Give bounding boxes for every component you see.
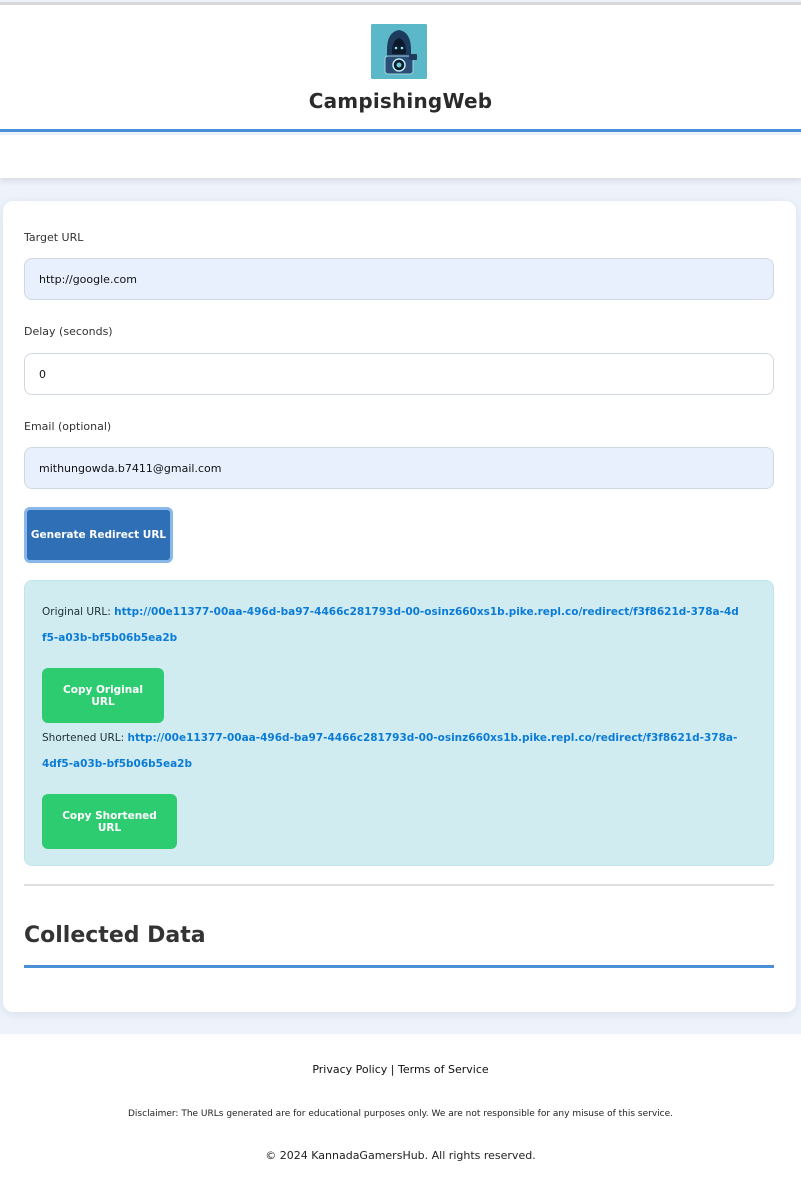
site-footer: Privacy Policy | Terms of Service Discla… (0, 1034, 801, 1185)
privacy-policy-link[interactable]: Privacy Policy (312, 1063, 387, 1076)
delay-label: Delay (seconds) (24, 325, 113, 338)
delay-input[interactable] (24, 353, 774, 395)
shortened-url-label: Shortened URL: (42, 732, 125, 744)
terms-of-service-link[interactable]: Terms of Service (398, 1063, 489, 1076)
collected-data-title: Collected Data (24, 923, 206, 948)
email-input[interactable] (24, 447, 774, 489)
original-url-label: Original URL: (42, 606, 111, 618)
target-url-input[interactable] (24, 258, 774, 300)
original-url-line: Original URL: http://00e11377-00aa-496d-… (42, 599, 742, 651)
email-label: Email (optional) (24, 420, 112, 433)
navbar (0, 135, 801, 178)
disclaimer-text: Disclaimer: The URLs generated are for e… (128, 1109, 673, 1119)
shortened-url-link[interactable]: http://00e11377-00aa-496d-ba97-4466c2817… (42, 732, 737, 770)
original-url-link[interactable]: http://00e11377-00aa-496d-ba97-4466c2817… (42, 606, 739, 644)
footer-separator: | (390, 1063, 395, 1076)
main-card: Target URL Delay (seconds) Email (option… (3, 201, 796, 1012)
shortened-url-line: Shortened URL: http://00e11377-00aa-496d… (42, 725, 742, 777)
result-panel: Original URL: http://00e11377-00aa-496d-… (24, 580, 774, 866)
hooded-hacker-camera-logo-icon (371, 24, 427, 79)
site-header: CampishingWeb (0, 5, 801, 132)
site-title: CampishingWeb (308, 89, 493, 113)
footer-links: Privacy Policy | Terms of Service (0, 1063, 801, 1076)
target-url-label: Target URL (24, 231, 84, 244)
generate-redirect-url-button[interactable]: Generate Redirect URL (24, 507, 173, 563)
collected-data-underline (24, 965, 774, 968)
copy-original-url-button[interactable]: Copy Original URL (42, 668, 164, 723)
copy-shortened-url-button[interactable]: Copy Shortened URL (42, 794, 177, 849)
section-divider (24, 884, 774, 886)
copyright-text: © 2024 KannadaGamersHub. All rights rese… (265, 1149, 536, 1162)
